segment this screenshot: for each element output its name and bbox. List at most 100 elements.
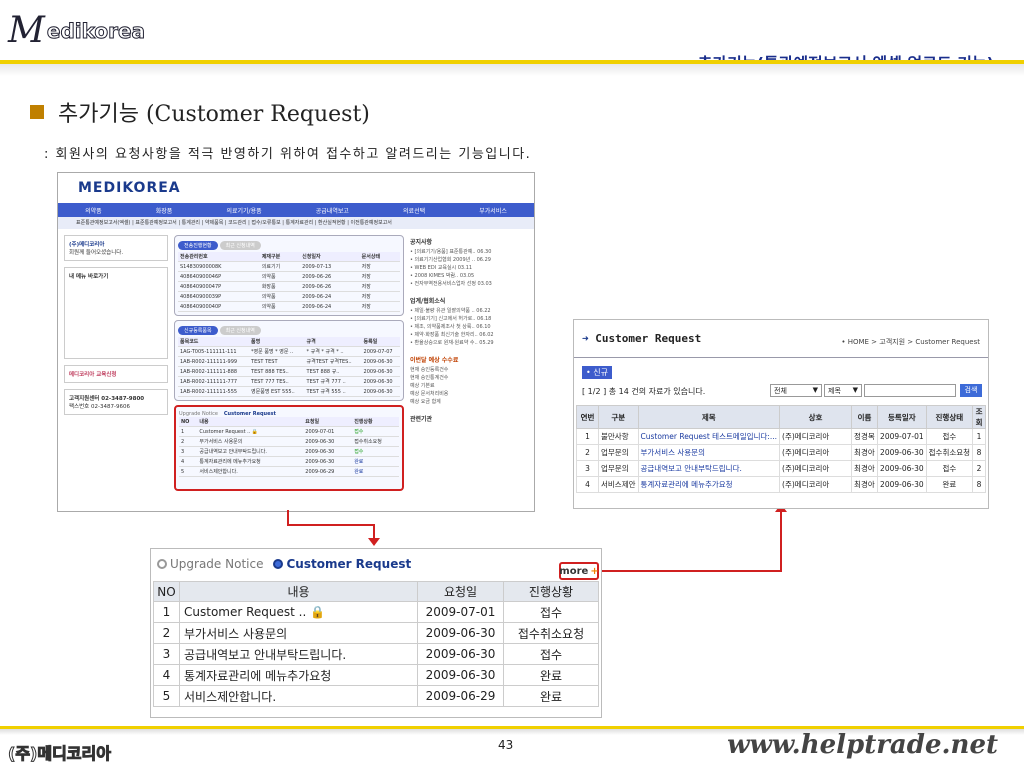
table-row[interactable]: 1AG-T005-111111-111 *영문 품명 * 영문 .. * 규격 * …: [178, 346, 400, 357]
list-item: 현재 승인통계건수: [410, 375, 449, 381]
nav-item[interactable]: 의약품: [85, 206, 102, 215]
table-row[interactable]: 3 공급내역보고 안내부탁드립니다. 2009-06-30 접수: [179, 446, 399, 457]
portal-subnav[interactable]: 표준통관예정보고서(엑셀) | 표준통관예정보고서 | 통계관리 | 약제품목 …: [58, 217, 534, 229]
record-count: [ 1/2 ] 총 14 건의 자료가 있습니다.: [582, 387, 706, 396]
forum-list: • 제일·불량 유관 일괄의약품 .. 06.22 • [의료기기] 신고에서 …: [410, 307, 528, 347]
portal-main: 전송진행현황 최근 신청내역 전송관리번호 제재구분 신청일자 문서상태 S148309…: [174, 235, 404, 505]
col-header: 전송관리번호: [178, 252, 260, 262]
table-row[interactable]: 1AB-R002-111111-777 TEST 777 TES.. TEST 규격…: [178, 376, 400, 387]
section-heading: 추가기능 (Customer Request): [30, 96, 370, 128]
breadcrumb[interactable]: • HOME > 고객지원 > Customer Request: [841, 337, 980, 347]
table-row[interactable]: 1 불만사항 Customer Request 테스트메일입니다:... (주)메디코…: [576, 428, 986, 445]
slide: M edikorea - 추가기능(통관예정보고서 엑셀 업로드 기능) 추가기…: [0, 0, 1024, 768]
support-box: 고객지원센터 02-3487-9800 팩스번호 02-3487-9606: [64, 389, 168, 415]
list-item[interactable]: • 환율상승으로 원재·원료약 수.. 05.29: [410, 339, 528, 347]
portal-header: MEDIKOREA: [58, 173, 534, 203]
mini-tab-customer-request[interactable]: Customer Request: [224, 411, 276, 417]
table-row[interactable]: 1 Customer Request .. 🔒 2009-07-01 접수: [153, 601, 599, 623]
heading-description: : 회원사의 요청사항을 적극 반영하기 위하여 접수하고 알려드리는 기능입니…: [44, 147, 532, 162]
support-phone: 고객지원센터 02-3487-9800: [69, 396, 145, 402]
top-shade: [0, 64, 1024, 76]
nav-item[interactable]: 부가서비스: [479, 206, 507, 215]
square-bullet-icon: [30, 105, 44, 119]
table-row[interactable]: 4 통계자료관리에 메뉴추가요청 2009-06-30 완료: [179, 456, 399, 467]
table-header: 연번 구분 제목 상호 이름 등록일자 진행상태 조회: [576, 405, 986, 429]
nav-item[interactable]: 공급내역보고: [316, 206, 349, 215]
table-row[interactable]: 1AB-R002-111111-888 TEST 888 TES.. TEST 88…: [178, 366, 400, 377]
forum-title: 업계/협회소식: [410, 298, 446, 305]
mini-tab-upgrade[interactable]: Upgrade Notice: [179, 411, 218, 417]
tab-new-items[interactable]: 신규등록품목: [178, 326, 218, 335]
medikorea-logo: M edikorea: [8, 13, 146, 49]
tab-transfer-status[interactable]: 전송진행현황: [178, 241, 218, 250]
heading-title: 추가기능 (Customer Request): [58, 102, 370, 127]
list-item[interactable]: • [의료기기/용품] 표준통관예.. 06.30: [410, 248, 528, 256]
logo-text: edikorea: [46, 19, 146, 44]
new-button[interactable]: • 신규: [582, 366, 612, 379]
table-row[interactable]: 1 Customer Request .. 🔒 2009-07-01 접수: [179, 426, 399, 437]
list-item[interactable]: • 2008 KIMES 박람.. 03.05: [410, 272, 528, 280]
col-header: 제재구분: [259, 252, 301, 262]
list-item[interactable]: • 의료기기산업협회 2009년 .. 06.29: [410, 256, 528, 264]
table-row[interactable]: 408640900040P 의약품 2009-06-24 저장: [178, 301, 400, 312]
table-row[interactable]: 3 공급내역보고 안내부탁드립니다. 2009-06-30 접수: [153, 643, 599, 665]
tab-recent[interactable]: 최근 신청내역: [219, 241, 261, 250]
table-row[interactable]: 5 서비스제안합니다. 2009-06-29 완료: [179, 466, 399, 477]
table-row[interactable]: 2 부가서비스 사용문의 2009-06-30 접수취소요청: [153, 622, 599, 644]
table-row[interactable]: 4 서비스제안 통계자료관리에 메뉴추가요청 (주)메디코리아 최경아 2009-06-3…: [576, 476, 986, 493]
nav-item[interactable]: 화장품: [156, 206, 173, 215]
list-item: 현재 승인등록건수: [410, 367, 449, 373]
connector-line: [602, 570, 782, 572]
table-row[interactable]: 3 업무문의 공급내역보고 안내부탁드립니다. (주)메디코리아 최경아 2009-06-…: [576, 460, 986, 477]
list-item[interactable]: • 제약·화장품 최신기술 한자리.. 06.02: [410, 331, 528, 339]
tab-customer-request[interactable]: Customer Request: [286, 557, 411, 571]
nav-item[interactable]: 의료선택: [403, 206, 425, 215]
notice-title: 공지사항: [410, 239, 433, 246]
edu-box[interactable]: 메디코리아 교육신청: [64, 365, 168, 383]
more-button[interactable]: more +: [559, 562, 599, 580]
arrow-right-icon: ➜: [582, 332, 596, 345]
table-row[interactable]: 5 서비스제안합니다. 2009-06-29 완료: [153, 685, 599, 707]
footer-url: www.helptrade.net: [727, 730, 998, 760]
table-row[interactable]: 4 통계자료관리에 메뉴추가요청 2009-06-30 완료: [153, 664, 599, 686]
field-select[interactable]: 제목 ▼: [824, 384, 862, 397]
zoom-tabs: Upgrade Notice Customer Request: [157, 557, 411, 571]
table-row[interactable]: 1AB-R002-111111-555 영문품명 EST 555.. TEST 규격…: [178, 386, 400, 397]
page-title: ➜ Customer Request: [582, 332, 702, 345]
search-button[interactable]: 검색: [960, 384, 982, 397]
table-row[interactable]: 408640900039P 의약품 2009-06-24 저장: [178, 291, 400, 302]
notice-list: • [의료기기/용품] 표준통관예.. 06.30 • 의료기기산업협회 200…: [410, 248, 528, 288]
transfer-status-box: 전송진행현황 최근 신청내역 전송관리번호 제재구분 신청일자 문서상태 S148309…: [174, 235, 404, 316]
customer-request-page: ➜ Customer Request • HOME > 고객지원 > Custo…: [573, 319, 989, 509]
list-item[interactable]: • 전자무역전용서비스업자 선정 03.03: [410, 280, 528, 288]
tab-recent-2[interactable]: 최근 신청내역: [219, 326, 261, 335]
table-row[interactable]: 1AB-R002-111111-999 TEST TEST 규격TEST 규격TES…: [178, 356, 400, 367]
tab-upgrade-notice[interactable]: Upgrade Notice: [170, 557, 263, 571]
arrow-down-icon: [368, 538, 380, 546]
request-table: NO 내용 요청일 진행상황 1 Customer Request .. 🔒 200…: [153, 581, 599, 707]
support-fax: 팩스번호 02-3487-9606: [69, 404, 130, 410]
col-header: 요청일: [417, 581, 504, 602]
new-items-table: 품목코드 품명 규격 등록일 1AG-T005-111111-111 *영문 품명 * …: [178, 337, 400, 397]
chevron-down-icon: ▼: [812, 386, 818, 394]
portal-right-column: 공지사항 • [의료기기/용품] 표준통관예.. 06.30 • 의료기기산업협…: [410, 235, 528, 505]
portal-nav: 의약품 화장품 의료기기/용품 공급내역보고 의료선택 부가서비스: [58, 203, 534, 217]
table-row[interactable]: 408640900046P 의약품 2009-06-26 저장: [178, 271, 400, 282]
search-input[interactable]: [864, 384, 956, 397]
col-header: 신청일자: [300, 252, 360, 262]
nav-item[interactable]: 의료기기/용품: [226, 206, 261, 215]
favorites-box: 내 메뉴 바로가기: [64, 267, 168, 359]
table-row[interactable]: S14830900008K 의료기기 2009-07-13 저장: [178, 261, 400, 272]
table-row[interactable]: 2 업무문의 부가서비스 사용문의 (주)메디코리아 최경아 2009-06-30 접수취소…: [576, 444, 986, 461]
list-item[interactable]: • 제조, 의약품제조사 첫 상륙.. 06.10: [410, 323, 528, 331]
portal-logo: MEDIKOREA: [78, 180, 181, 196]
filter-select[interactable]: 전체 ▼: [770, 384, 822, 397]
connector-line: [780, 512, 782, 572]
more-label: more: [559, 565, 589, 577]
table-row[interactable]: 2 부가서비스 사용문의 2009-06-30 접수취소요청: [179, 436, 399, 447]
list-item[interactable]: • 제일·불량 유관 일괄의약품 .. 06.22: [410, 307, 528, 315]
table-row[interactable]: 408640900047P 화장품 2009-06-26 저장: [178, 281, 400, 292]
list-item[interactable]: • [의료기기] 신고에서 허가로.. 06.18: [410, 315, 528, 323]
new-items-box: 신규등록품목 최근 신청내역 품목코드 품명 규격 등록일 1AG-T005-11111…: [174, 320, 404, 401]
list-item[interactable]: • WEB EDI 교육실시 03.11: [410, 264, 528, 272]
